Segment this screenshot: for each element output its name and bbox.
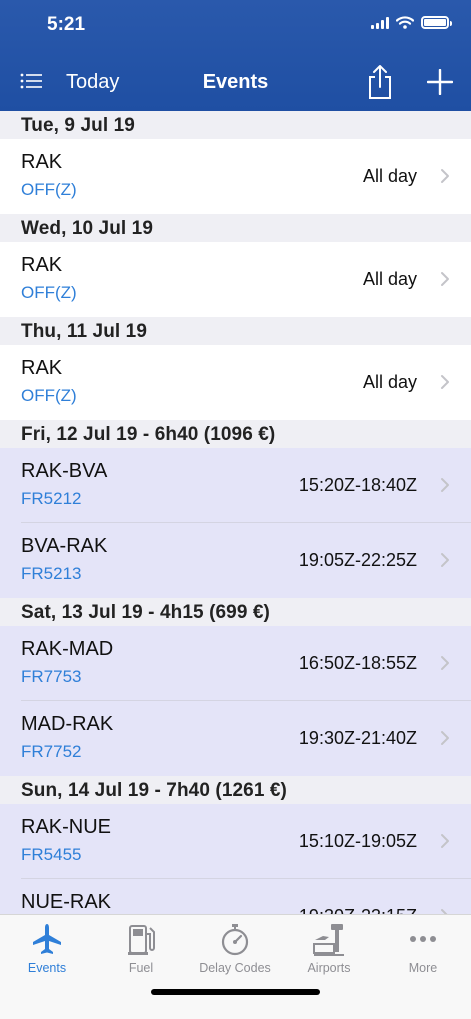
battery-icon: [421, 16, 452, 29]
event-title: RAK-MAD: [21, 638, 114, 660]
event-row[interactable]: RAK-NUE FR5455 15:10Z-19:05Z: [0, 804, 471, 879]
chevron-right-icon: [441, 731, 449, 745]
status-icons: [371, 16, 452, 29]
chevron-right-icon: [441, 272, 449, 286]
today-button[interactable]: Today: [66, 71, 119, 94]
event-subtitle: FR7753: [21, 667, 82, 686]
chevron-right-icon: [441, 553, 449, 567]
tab-delay-codes[interactable]: Delay Codes: [188, 915, 282, 981]
tab-more[interactable]: More: [376, 915, 470, 981]
event-title: RAK: [21, 254, 63, 276]
event-time: 19:05Z-22:25Z: [298, 550, 417, 570]
share-icon[interactable]: [366, 64, 394, 100]
section-header: Tue, 9 Jul 19: [0, 111, 471, 139]
event-title: RAK: [21, 357, 63, 379]
menu-list-icon[interactable]: [20, 72, 42, 90]
tab-label: Airports: [307, 961, 351, 975]
fuel-pump-icon: [128, 925, 155, 955]
event-row[interactable]: RAK-MAD FR7753 16:50Z-18:55Z: [0, 626, 471, 701]
event-subtitle: OFF(Z): [21, 283, 77, 302]
add-icon[interactable]: [427, 69, 453, 95]
event-time: 19:30Z-23:15Z: [299, 906, 417, 914]
chevron-right-icon: [441, 169, 449, 183]
cellular-signal-icon: [371, 16, 389, 29]
event-title: MAD-RAK: [21, 713, 114, 735]
section-header: Sat, 13 Jul 19 - 4h15 (699 €): [0, 598, 471, 626]
event-row[interactable]: RAK-BVA FR5212 15:20Z-18:40Z: [0, 448, 471, 523]
tab-bar: Events Fuel Delay Codes Airports More: [0, 914, 471, 1019]
stopwatch-icon: [221, 924, 249, 956]
navigation-header: 5:21 Today Events: [0, 0, 471, 111]
tab-fuel[interactable]: Fuel: [94, 915, 188, 981]
event-row[interactable]: NUE-RAK 19:30Z-23:15Z: [0, 879, 471, 914]
event-time: 19:30Z-21:40Z: [298, 728, 417, 748]
chevron-right-icon: [441, 834, 449, 848]
section-header: Fri, 12 Jul 19 - 6h40 (1096 €): [0, 420, 471, 448]
event-subtitle: OFF(Z): [21, 180, 77, 199]
event-time: All day: [362, 269, 417, 289]
event-time: 16:50Z-18:55Z: [298, 653, 417, 673]
airport-icon: [313, 924, 344, 956]
event-title: BVA-RAK: [21, 535, 108, 557]
event-title: RAK-BVA: [21, 460, 108, 482]
more-icon: [410, 936, 436, 942]
event-time: 15:10Z-19:05Z: [298, 831, 417, 851]
event-row[interactable]: RAK OFF(Z) All day: [0, 242, 471, 317]
tab-events[interactable]: Events: [0, 915, 94, 981]
event-title: RAK: [21, 151, 63, 173]
section-header: Wed, 10 Jul 19: [0, 214, 471, 242]
home-indicator: [151, 989, 320, 995]
section-header: Thu, 11 Jul 19: [0, 317, 471, 345]
event-subtitle: FR7752: [21, 742, 82, 761]
event-row[interactable]: MAD-RAK FR7752 19:30Z-21:40Z: [0, 701, 471, 776]
tab-label: Events: [27, 961, 67, 975]
event-subtitle: OFF(Z): [21, 386, 77, 405]
event-time: All day: [362, 372, 417, 392]
status-bar: 5:21: [0, 0, 471, 50]
event-title: RAK-NUE: [21, 816, 112, 838]
chevron-right-icon: [441, 375, 449, 389]
event-row[interactable]: BVA-RAK FR5213 19:05Z-22:25Z: [0, 523, 471, 598]
events-list[interactable]: Tue, 9 Jul 19 RAK OFF(Z) All day Wed, 10 Jul…: [0, 111, 471, 914]
event-row[interactable]: RAK OFF(Z) All day: [0, 345, 471, 420]
event-subtitle: FR5212: [21, 489, 82, 508]
tab-label: Fuel: [128, 961, 154, 975]
event-time: 15:20Z-18:40Z: [298, 475, 417, 495]
tab-airports[interactable]: Airports: [282, 915, 376, 981]
event-row[interactable]: RAK OFF(Z) All day: [0, 139, 471, 214]
status-time: 5:21: [47, 14, 86, 35]
wifi-icon: [396, 16, 414, 29]
event-subtitle: FR5455: [21, 845, 82, 864]
event-subtitle: FR5213: [21, 564, 82, 583]
chevron-right-icon: [441, 478, 449, 492]
event-time: All day: [362, 166, 417, 186]
airplane-icon: [33, 924, 61, 954]
tab-label: More: [408, 961, 438, 975]
tab-label: Delay Codes: [199, 961, 271, 975]
section-header: Sun, 14 Jul 19 - 7h40 (1261 €): [0, 776, 471, 804]
event-title: NUE-RAK: [21, 891, 112, 913]
nav-bar: Today Events: [0, 56, 471, 110]
chevron-right-icon: [441, 656, 449, 670]
